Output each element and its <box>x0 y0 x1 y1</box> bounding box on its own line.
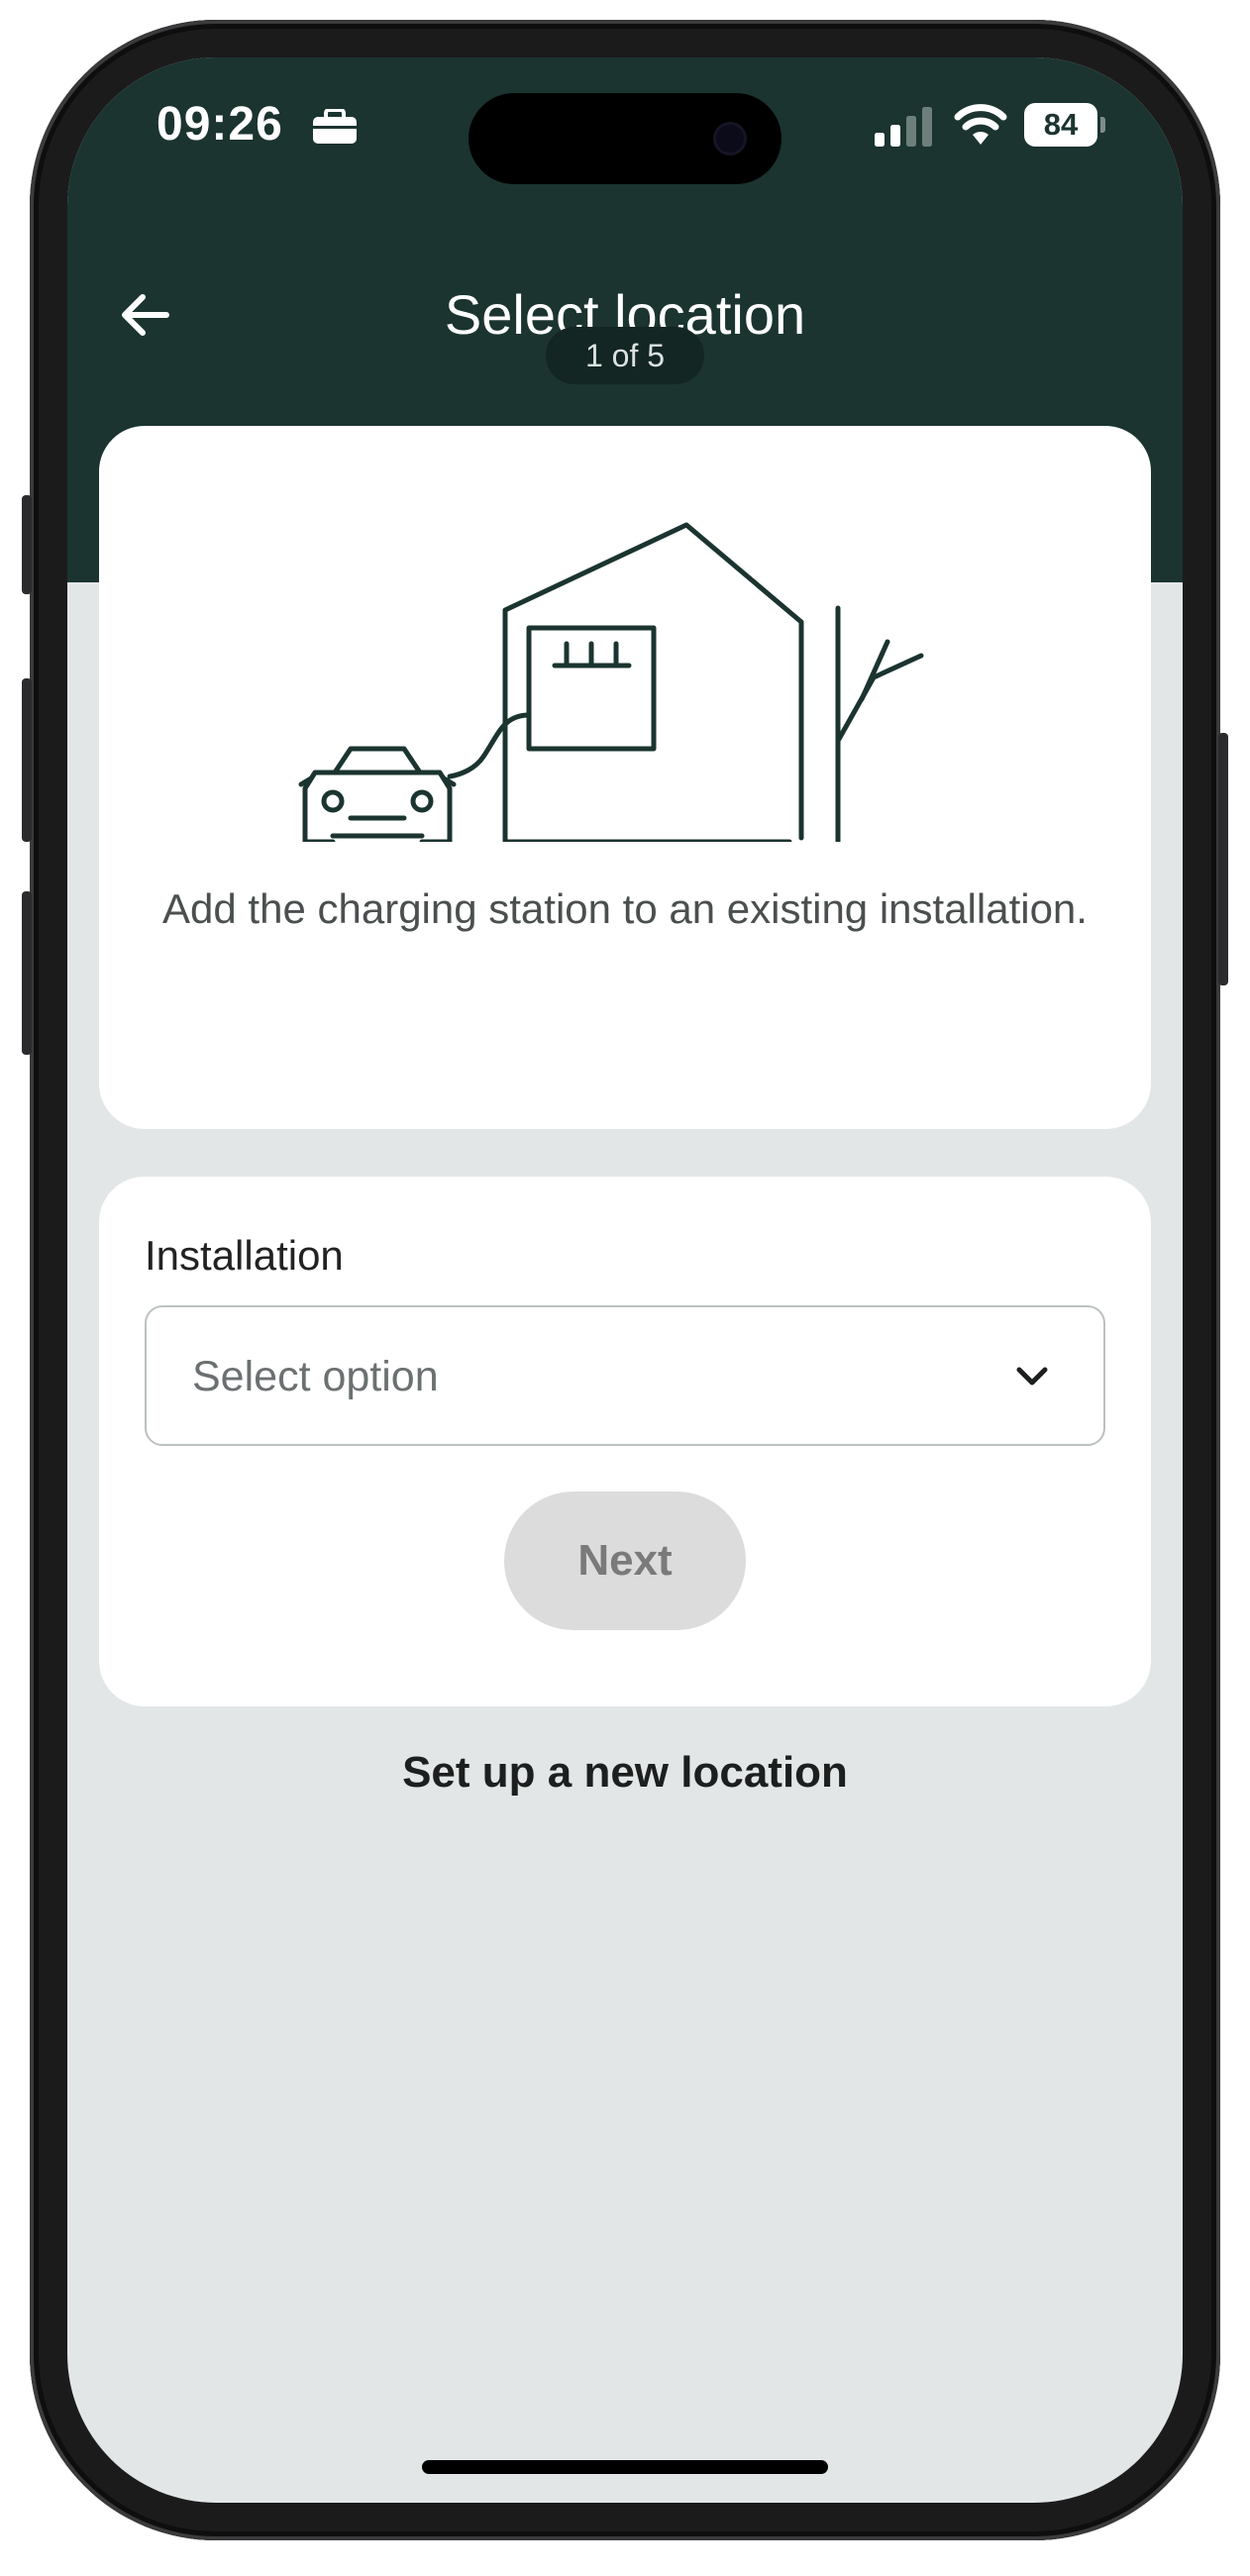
battery-icon: 84 <box>1024 103 1105 147</box>
volume-up-button <box>22 678 32 842</box>
front-camera <box>716 125 744 153</box>
illustration-card: Add the charging station to an existing … <box>99 426 1151 1129</box>
briefcase-icon <box>313 109 357 144</box>
home-indicator <box>422 2460 828 2474</box>
status-bar: 09:26 84 <box>67 57 1183 186</box>
volume-down-button <box>22 891 32 1055</box>
step-indicator-badge: 1 of 5 <box>546 327 704 384</box>
status-time: 09:26 <box>156 98 283 151</box>
dynamic-island <box>469 93 781 184</box>
installation-select[interactable]: Select option <box>145 1305 1105 1446</box>
set-up-new-location-link[interactable]: Set up a new location <box>67 1741 1183 1804</box>
car-house-charger-illustration <box>298 522 924 842</box>
installation-select-placeholder: Select option <box>192 1353 439 1400</box>
installation-label: Installation <box>145 1232 344 1279</box>
battery-level: 84 <box>1024 103 1097 147</box>
action-button <box>22 495 32 594</box>
illustration-caption: Add the charging station to an existing … <box>162 885 1088 932</box>
next-button[interactable]: Next <box>504 1492 746 1630</box>
power-button <box>1218 733 1228 985</box>
battery-tip <box>1100 117 1105 133</box>
wifi-icon <box>954 104 1007 145</box>
installation-form-card: Installation Select option Next <box>99 1177 1151 1706</box>
app-screen: 09:26 84 Select location 1 of 5 Add the … <box>67 57 1183 2503</box>
signal-icon <box>875 107 932 147</box>
chevron-down-icon <box>1016 1367 1048 1386</box>
